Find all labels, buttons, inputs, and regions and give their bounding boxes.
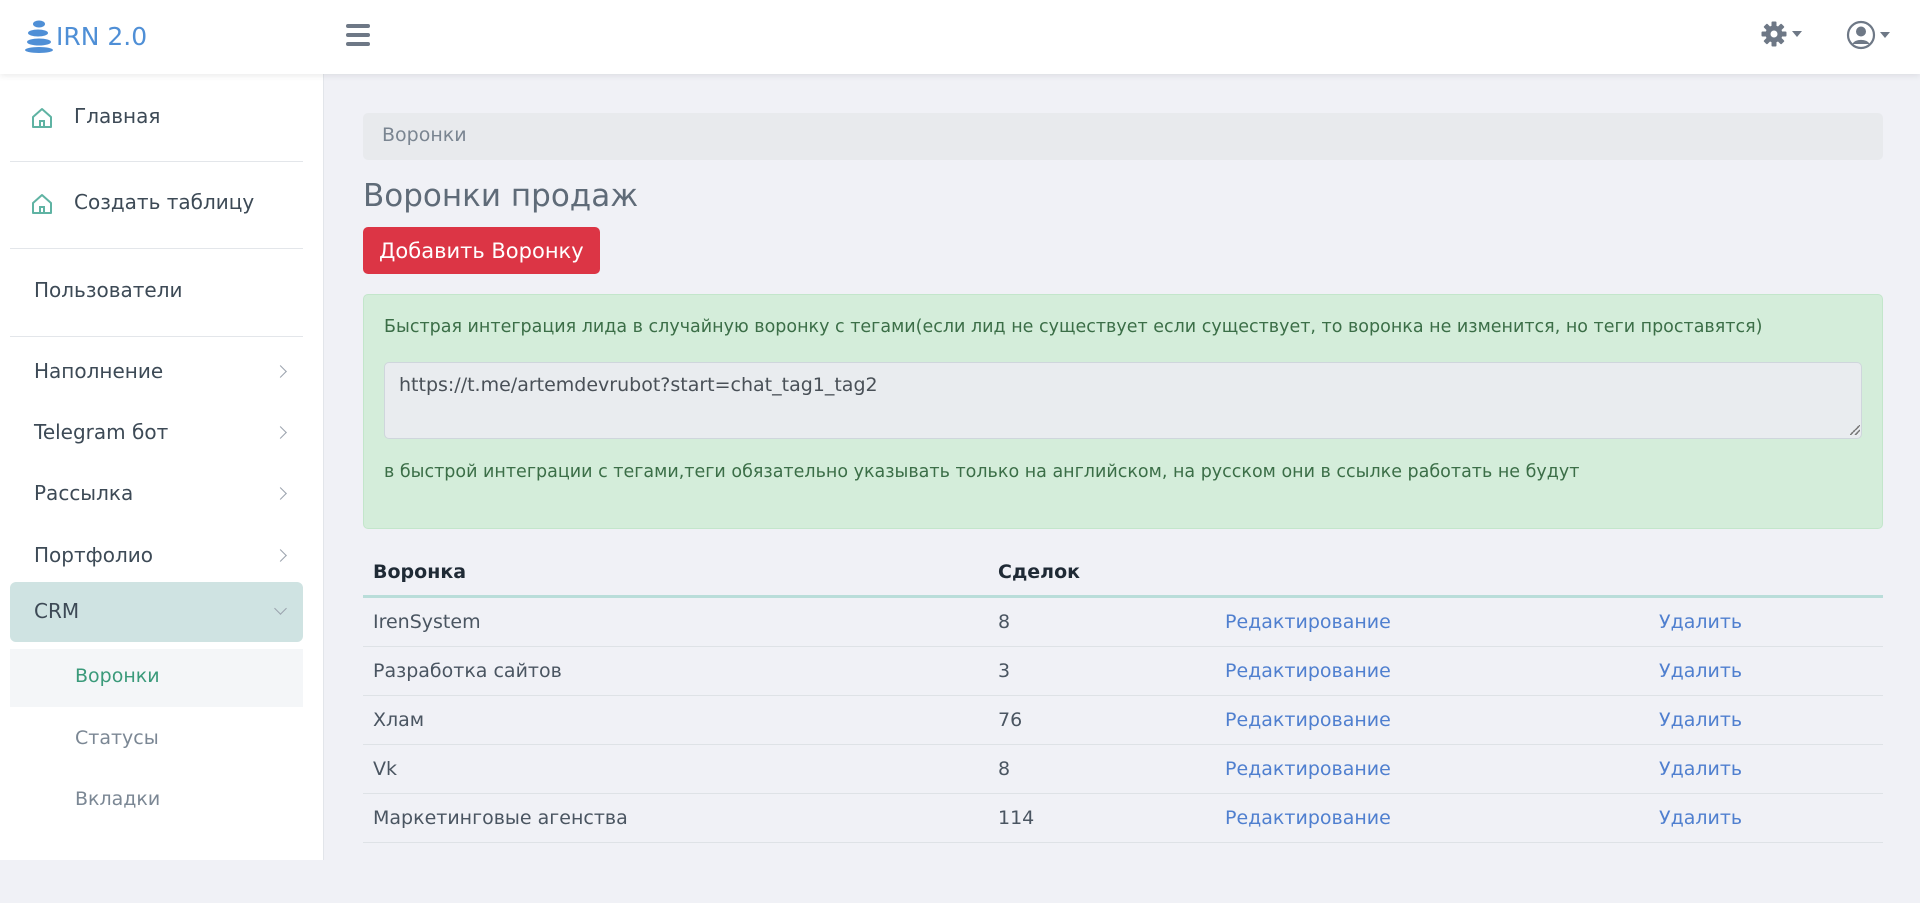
divider [10,248,303,249]
menu-icon[interactable] [346,24,370,46]
edit-link[interactable]: Редактирование [1225,807,1391,829]
logo-text: IRN 2.0 [56,21,148,51]
funnel-name: Vk [373,758,398,780]
table-row: Vk 8 Редактирование Удалить [363,745,1883,794]
column-header-funnel: Воронка [373,561,467,583]
add-funnel-button[interactable]: Добавить Воронку [363,227,600,274]
deals-count: 114 [998,807,1035,829]
edit-link[interactable]: Редактирование [1225,709,1391,731]
sidebar-item-label: Telegram бот [34,420,169,444]
sidebar-item-label: Пользователи [34,278,183,302]
sidebar-item-label: Портфолио [34,543,153,567]
integration-alert: Быстрая интеграция лида в случайную воро… [363,294,1883,529]
table-row: IrenSystem 8 Редактирование Удалить [363,598,1883,647]
divider [10,336,303,337]
delete-link[interactable]: Удалить [1659,709,1742,731]
breadcrumb: Воронки [363,113,1883,160]
sidebar: Главная Создать таблицу Пользователи Нап… [0,74,324,860]
stack-icon [25,20,53,53]
funnel-name: Хлам [373,709,425,731]
delete-link[interactable]: Удалить [1659,758,1742,780]
table-row: Маркетинговые агенства 114 Редактировани… [363,794,1883,843]
sidebar-item-label: Создать таблицу [74,190,255,214]
user-dropdown[interactable] [1846,20,1890,50]
integration-link-field[interactable]: https://t.me/artemdevrubot?start=chat_ta… [384,362,1862,439]
alert-text: Быстрая интеграция лида в случайную воро… [384,317,1763,337]
funnel-name: IrenSystem [373,611,481,633]
top-header: IRN 2.0 [0,0,1920,74]
sidebar-item-portfolio[interactable]: Портфолио [10,527,303,585]
table-row: Разработка сайтов 3 Редактирование Удали… [363,647,1883,696]
breadcrumb-item: Воронки [382,124,467,146]
sidebar-item-mailing[interactable]: Рассылка [10,465,303,523]
funnels-table: Воронка Сделок IrenSystem 8 Редактирован… [363,552,1883,843]
sidebar-subitem-label: Вкладки [75,788,161,810]
delete-link[interactable]: Удалить [1659,660,1742,682]
edit-link[interactable]: Редактирование [1225,758,1391,780]
sidebar-item-home[interactable]: Главная [10,94,303,140]
sidebar-item-crm[interactable]: CRM [10,582,303,642]
sidebar-item-label: Наполнение [34,359,164,383]
sidebar-subitem-tabs[interactable]: Вкладки [10,772,303,830]
chevron-right-icon [274,549,287,562]
settings-dropdown[interactable] [1760,20,1802,48]
chevron-down-icon [274,602,287,615]
deals-count: 3 [998,660,1011,682]
menu-bar [346,33,370,37]
chevron-down-icon [1792,31,1802,37]
sidebar-item-create-table[interactable]: Создать таблицу [10,180,303,226]
table-header: Воронка Сделок [363,552,1883,598]
sidebar-item-label: Главная [74,104,161,128]
resize-handle-icon[interactable] [1850,425,1860,435]
menu-bar [346,42,370,46]
chevron-right-icon [274,365,287,378]
sidebar-subitem-statuses[interactable]: Статусы [10,711,303,769]
funnel-name: Разработка сайтов [373,660,562,682]
chevron-down-icon [1880,32,1890,38]
delete-link[interactable]: Удалить [1659,611,1742,633]
page-title: Воронки продаж [363,178,639,214]
sidebar-subitem-funnels[interactable]: Воронки [10,649,303,707]
deals-count: 76 [998,709,1023,731]
table-row: Хлам 76 Редактирование Удалить [363,696,1883,745]
chevron-right-icon [274,426,287,439]
home-icon [32,194,52,214]
funnel-name: Маркетинговые агенства [373,807,628,829]
delete-link[interactable]: Удалить [1659,807,1742,829]
gear-icon [1761,21,1787,47]
sidebar-item-label: Рассылка [34,481,134,505]
home-icon [32,108,52,128]
deals-count: 8 [998,758,1011,780]
menu-bar [346,24,370,28]
edit-link[interactable]: Редактирование [1225,660,1391,682]
sidebar-subitem-label: Воронки [75,665,160,687]
edit-link[interactable]: Редактирование [1225,611,1391,633]
sidebar-item-content[interactable]: Наполнение [10,343,303,401]
logo[interactable]: IRN 2.0 [24,16,147,56]
sidebar-item-label: CRM [34,599,80,623]
divider [10,161,303,162]
sidebar-subitem-label: Статусы [75,727,159,749]
user-circle-icon [1846,20,1876,50]
chevron-right-icon [274,487,287,500]
deals-count: 8 [998,611,1011,633]
sidebar-item-users[interactable]: Пользователи [10,268,303,314]
column-header-deals: Сделок [998,561,1081,583]
alert-note: в быстрой интеграции с тегами,теги обяза… [384,462,1580,482]
sidebar-item-telegram-bot[interactable]: Telegram бот [10,404,303,462]
